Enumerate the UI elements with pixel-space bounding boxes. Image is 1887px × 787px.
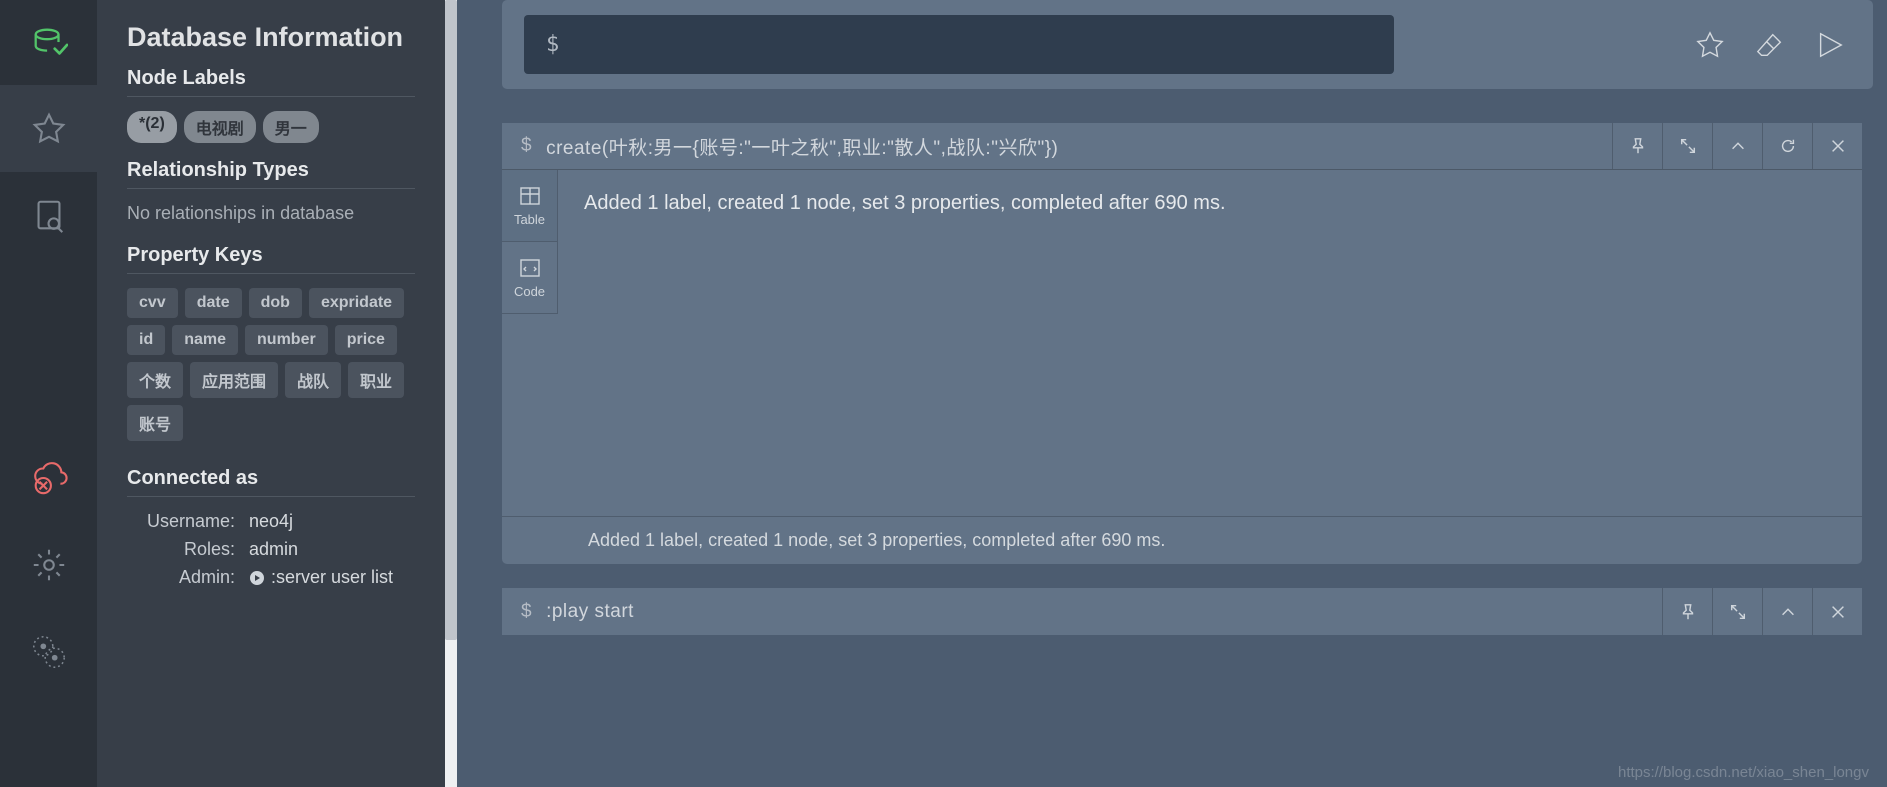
nav-about-icon[interactable]	[0, 608, 97, 695]
frame-command[interactable]: :play start	[546, 601, 634, 623]
clear-button[interactable]	[1749, 24, 1791, 66]
pin-icon	[1679, 603, 1697, 621]
frame-toolbox	[1662, 588, 1862, 635]
prop-keys-heading: Property Keys	[127, 244, 415, 267]
roles-value: admin	[249, 539, 415, 560]
node-labels-group: *(2) 电视剧 男一	[127, 111, 415, 143]
rerun-button[interactable]	[1762, 123, 1812, 169]
frame-toolbox	[1612, 123, 1862, 169]
view-tab-label: Table	[514, 212, 545, 227]
expand-button[interactable]	[1662, 123, 1712, 169]
divider	[127, 496, 415, 497]
view-tab-label: Code	[514, 284, 545, 299]
close-icon	[1829, 137, 1847, 155]
sidebar-wrapper: Database Information Node Labels *(2) 电视…	[97, 0, 457, 787]
collapse-button[interactable]	[1712, 123, 1762, 169]
watermark: https://blog.csdn.net/xiao_shen_longv	[1618, 764, 1869, 781]
nav-settings-icon[interactable]	[0, 521, 97, 608]
frame-prompt: $	[521, 601, 532, 623]
cypher-editor[interactable]: $	[524, 15, 1394, 74]
frame-prompt: $	[521, 135, 532, 157]
view-tab-code[interactable]: Code	[502, 242, 558, 314]
divider	[127, 273, 415, 274]
rel-types-empty: No relationships in database	[127, 203, 415, 224]
chevron-up-icon	[1729, 137, 1747, 155]
node-label-pill[interactable]: 电视剧	[184, 111, 256, 143]
view-tab-table[interactable]: Table	[502, 170, 558, 242]
result-frame: $ :play start	[502, 588, 1862, 635]
result-body: Table Code Added 1 label, created 1 node…	[502, 170, 1862, 516]
expand-icon	[1679, 137, 1697, 155]
expand-button[interactable]	[1712, 588, 1762, 635]
node-labels-heading: Node Labels	[127, 67, 415, 90]
sidebar: Database Information Node Labels *(2) 电视…	[97, 0, 445, 787]
pin-button[interactable]	[1662, 588, 1712, 635]
server-user-list-text: :server user list	[271, 567, 393, 588]
star-icon	[1695, 30, 1725, 60]
nav-spacer	[0, 259, 97, 434]
close-button[interactable]	[1812, 588, 1862, 635]
divider	[127, 188, 415, 189]
roles-label: Roles:	[127, 539, 235, 560]
prop-key-tag[interactable]: number	[245, 325, 328, 355]
editor-prompt: $	[546, 32, 559, 57]
prop-key-tag[interactable]: 战队	[285, 362, 341, 398]
logo-icon[interactable]	[0, 0, 97, 85]
nav-cloud-error-icon[interactable]	[0, 434, 97, 521]
sidebar-scrollbar-thumb[interactable]	[445, 0, 457, 640]
result-footer: Added 1 label, created 1 node, set 3 pro…	[502, 516, 1862, 564]
server-user-list-link[interactable]: :server user list	[249, 567, 393, 588]
expand-icon	[1729, 603, 1747, 621]
favorite-button[interactable]	[1689, 24, 1731, 66]
sidebar-scrollbar-track[interactable]	[445, 0, 457, 787]
refresh-icon	[1779, 137, 1797, 155]
result-message: Added 1 label, created 1 node, set 3 pro…	[558, 170, 1862, 516]
frame-command[interactable]: create(叶秋:男一{账号:"一叶之秋",职业:"散人",战队:"兴欣"})	[546, 133, 1058, 160]
prop-key-tag[interactable]: dob	[249, 288, 302, 318]
result-header: $ create(叶秋:男一{账号:"一叶之秋",职业:"散人",战队:"兴欣"…	[502, 123, 1862, 170]
nav-documents-icon[interactable]	[0, 172, 97, 259]
prop-key-tag[interactable]: cvv	[127, 288, 178, 318]
code-icon	[518, 256, 542, 280]
view-tabs: Table Code	[502, 170, 558, 516]
result-header: $ :play start	[502, 588, 1862, 635]
rel-types-heading: Relationship Types	[127, 159, 415, 182]
prop-key-tag[interactable]: name	[172, 325, 238, 355]
prop-key-tag[interactable]: price	[335, 325, 397, 355]
prop-key-tag[interactable]: 应用范围	[190, 362, 278, 398]
chevron-up-icon	[1779, 603, 1797, 621]
connected-heading: Connected as	[127, 467, 415, 490]
prop-key-tag[interactable]: 个数	[127, 362, 183, 398]
sidebar-title: Database Information	[127, 22, 415, 53]
close-icon	[1829, 603, 1847, 621]
divider	[127, 96, 415, 97]
admin-value: :server user list	[249, 567, 415, 591]
prop-key-tag[interactable]: date	[185, 288, 242, 318]
editor-bar: $	[502, 0, 1873, 89]
username-label: Username:	[127, 511, 235, 532]
prop-key-tag[interactable]: id	[127, 325, 165, 355]
connected-info: Username: neo4j Roles: admin Admin: :ser…	[127, 511, 415, 591]
node-label-all[interactable]: *(2)	[127, 111, 177, 143]
close-button[interactable]	[1812, 123, 1862, 169]
pin-button[interactable]	[1612, 123, 1662, 169]
prop-keys-group: cvv date dob expridate id name number pr…	[127, 288, 415, 441]
left-iconbar	[0, 0, 97, 787]
node-label-pill[interactable]: 男一	[263, 111, 319, 143]
prop-key-tag[interactable]: 账号	[127, 405, 183, 441]
collapse-button[interactable]	[1762, 588, 1812, 635]
username-value: neo4j	[249, 511, 415, 532]
play-icon	[1815, 30, 1845, 60]
run-button[interactable]	[1809, 24, 1851, 66]
pin-icon	[1629, 137, 1647, 155]
table-icon	[518, 184, 542, 208]
result-frame: $ create(叶秋:男一{账号:"一叶之秋",职业:"散人",战队:"兴欣"…	[502, 123, 1862, 564]
prop-key-tag[interactable]: 职业	[348, 362, 404, 398]
admin-label: Admin:	[127, 567, 235, 591]
play-icon	[249, 570, 265, 586]
prop-key-tag[interactable]: expridate	[309, 288, 404, 318]
nav-favorites-icon[interactable]	[0, 85, 97, 172]
main-area: $ $ create(叶秋:男一{账号:"一叶之秋",职业:"散人",战队:"兴…	[457, 0, 1887, 787]
eraser-icon	[1755, 30, 1785, 60]
